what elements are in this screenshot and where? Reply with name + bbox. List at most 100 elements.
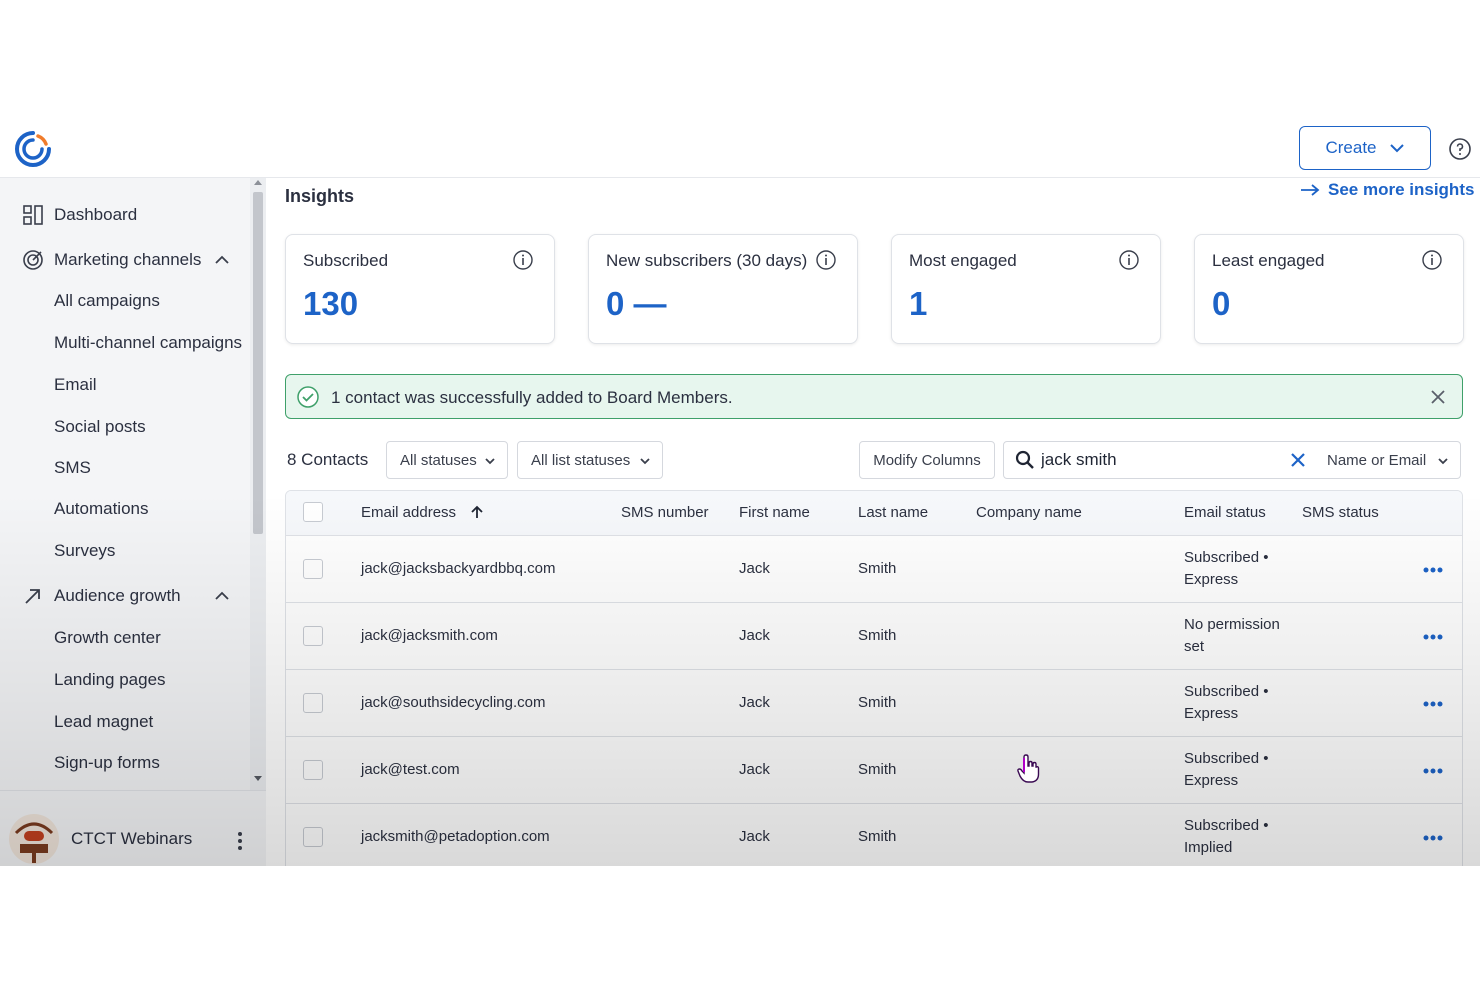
row-actions-icon[interactable]: [1422, 699, 1444, 709]
account-name: CTCT Webinars: [71, 829, 193, 848]
cell-last-name: Smith: [858, 761, 897, 778]
sidebar-item-label: Automations: [54, 499, 149, 518]
sidebar-item-automations[interactable]: Automations: [0, 492, 250, 526]
row-checkbox[interactable]: [303, 559, 323, 579]
sidebar-item-landing-pages[interactable]: Landing pages: [0, 663, 250, 697]
insight-card-value: 1: [909, 285, 928, 322]
table-row[interactable]: jack@southsidecycling.com Jack Smith Sub…: [286, 670, 1462, 737]
close-icon[interactable]: [1430, 389, 1446, 405]
row-actions-icon[interactable]: [1422, 766, 1444, 776]
cell-email[interactable]: jack@southsidecycling.com: [361, 694, 545, 711]
column-header-sms-number[interactable]: SMS number: [621, 504, 709, 521]
main-content: Insights See more insights Subscribed 13…: [266, 178, 1480, 866]
info-icon[interactable]: [1421, 249, 1443, 271]
chevron-down-icon[interactable]: [1438, 456, 1448, 466]
cell-last-name: Smith: [858, 627, 897, 644]
column-header-company-name[interactable]: Company name: [976, 504, 1082, 521]
insight-card-title: New subscribers (30 days): [606, 251, 808, 270]
insight-card-new-subscribers[interactable]: New subscribers (30 days) 0 —: [588, 234, 858, 344]
insights-title: Insights: [285, 186, 355, 206]
row-checkbox[interactable]: [303, 827, 323, 847]
cell-first-name: Jack: [739, 560, 770, 577]
column-header-email-status[interactable]: Email status: [1184, 504, 1266, 521]
sidebar-item-lead-magnet[interactable]: Lead magnet: [0, 705, 250, 739]
see-more-insights-link[interactable]: See more insights: [1300, 180, 1474, 200]
chevron-up-icon[interactable]: [213, 587, 231, 605]
cell-email[interactable]: jack@jacksbackyardbbq.com: [361, 560, 555, 577]
insight-card-subscribed[interactable]: Subscribed 130: [285, 234, 555, 344]
sidebar-item-sms[interactable]: SMS: [0, 451, 250, 485]
sidebar-item-marketing-channels[interactable]: Marketing channels: [0, 243, 250, 277]
chevron-down-icon: [1389, 144, 1404, 153]
status-filter-dropdown[interactable]: All statuses: [386, 441, 508, 479]
column-header-last-name[interactable]: Last name: [858, 504, 928, 521]
table-row[interactable]: jack@jacksmith.com Jack Smith No permiss…: [286, 603, 1462, 670]
cell-email[interactable]: jacksmith@petadoption.com: [361, 828, 550, 845]
cell-first-name: Jack: [739, 828, 770, 845]
search-scope-dropdown[interactable]: Name or Email: [1327, 452, 1426, 469]
sidebar-item-label: Multi-channel campaigns: [54, 333, 243, 352]
table-row[interactable]: jack@test.com Jack Smith Subscribed • Ex…: [286, 737, 1462, 804]
insight-card-least-engaged[interactable]: Least engaged 0: [1194, 234, 1464, 344]
row-actions-icon[interactable]: [1422, 565, 1444, 575]
chevron-down-icon: [640, 458, 650, 465]
column-header-first-name[interactable]: First name: [739, 504, 810, 521]
modify-columns-button[interactable]: Modify Columns: [859, 441, 995, 479]
insight-card-value: 130: [303, 285, 359, 322]
insight-card-title: Subscribed: [303, 251, 389, 270]
sidebar-item-label: Lead magnet: [54, 712, 154, 731]
cell-email[interactable]: jack@jacksmith.com: [361, 627, 498, 644]
account-avatar: [9, 814, 59, 864]
info-icon[interactable]: [512, 249, 534, 271]
info-icon[interactable]: [1118, 249, 1140, 271]
row-actions-icon[interactable]: [1422, 833, 1444, 843]
scroll-up-arrow-icon[interactable]: [254, 180, 262, 185]
sidebar-item-surveys[interactable]: Surveys: [0, 534, 250, 568]
search-icon: [1015, 450, 1034, 469]
sidebar-item-multi-channel-campaigns[interactable]: Multi-channel campaigns: [0, 326, 250, 360]
account-switcher[interactable]: CTCT Webinars: [0, 790, 266, 866]
info-icon[interactable]: [815, 249, 837, 271]
sidebar: Dashboard Marketing channels All campaig…: [0, 178, 266, 866]
sidebar-item-email[interactable]: Email: [0, 368, 250, 402]
clear-search-icon[interactable]: [1290, 452, 1306, 468]
insight-card-most-engaged[interactable]: Most engaged 1: [891, 234, 1161, 344]
row-checkbox[interactable]: [303, 693, 323, 713]
sidebar-item-sign-up-forms[interactable]: Sign-up forms: [0, 746, 250, 780]
select-all-checkbox[interactable]: [303, 502, 323, 522]
cell-last-name: Smith: [858, 694, 897, 711]
table-row[interactable]: jacksmith@petadoption.com Jack Smith Sub…: [286, 804, 1462, 866]
row-checkbox[interactable]: [303, 760, 323, 780]
sidebar-scrollbar[interactable]: [250, 178, 266, 790]
help-icon[interactable]: [1448, 137, 1472, 161]
list-status-filter-dropdown[interactable]: All list statuses: [517, 441, 663, 479]
top-bar: Create: [0, 122, 1480, 178]
row-checkbox[interactable]: [303, 626, 323, 646]
scrollbar-thumb[interactable]: [253, 192, 263, 534]
sidebar-item-label: Audience growth: [54, 586, 181, 605]
sidebar-item-dashboard[interactable]: Dashboard: [0, 198, 250, 232]
more-vertical-icon[interactable]: [232, 831, 248, 851]
chevron-up-icon[interactable]: [213, 251, 231, 269]
dashboard-icon: [23, 205, 43, 225]
sidebar-item-audience-growth[interactable]: Audience growth: [0, 579, 250, 613]
table-header: Email address SMS number First name Last…: [286, 491, 1462, 536]
row-actions-icon[interactable]: [1422, 632, 1444, 642]
sidebar-item-social-posts[interactable]: Social posts: [0, 410, 250, 444]
target-icon: [23, 250, 43, 270]
sort-ascending-icon[interactable]: [470, 505, 484, 519]
scroll-down-arrow-icon[interactable]: [254, 776, 262, 781]
table-row[interactable]: jack@jacksbackyardbbq.com Jack Smith Sub…: [286, 536, 1462, 603]
create-button[interactable]: Create: [1299, 126, 1431, 170]
constant-contact-logo[interactable]: [14, 130, 52, 168]
column-header-sms-status[interactable]: SMS status: [1302, 504, 1379, 521]
column-header-email[interactable]: Email address: [361, 504, 484, 521]
cell-email-status: Subscribed • Express: [1184, 549, 1269, 588]
contact-search: Name or Email: [1003, 441, 1461, 479]
sidebar-item-all-campaigns[interactable]: All campaigns: [0, 284, 250, 318]
sidebar-item-growth-center[interactable]: Growth center: [0, 621, 250, 655]
cell-email[interactable]: jack@test.com: [361, 761, 460, 778]
search-input[interactable]: [1041, 448, 1281, 472]
check-circle-icon: [297, 386, 319, 408]
cell-first-name: Jack: [739, 761, 770, 778]
